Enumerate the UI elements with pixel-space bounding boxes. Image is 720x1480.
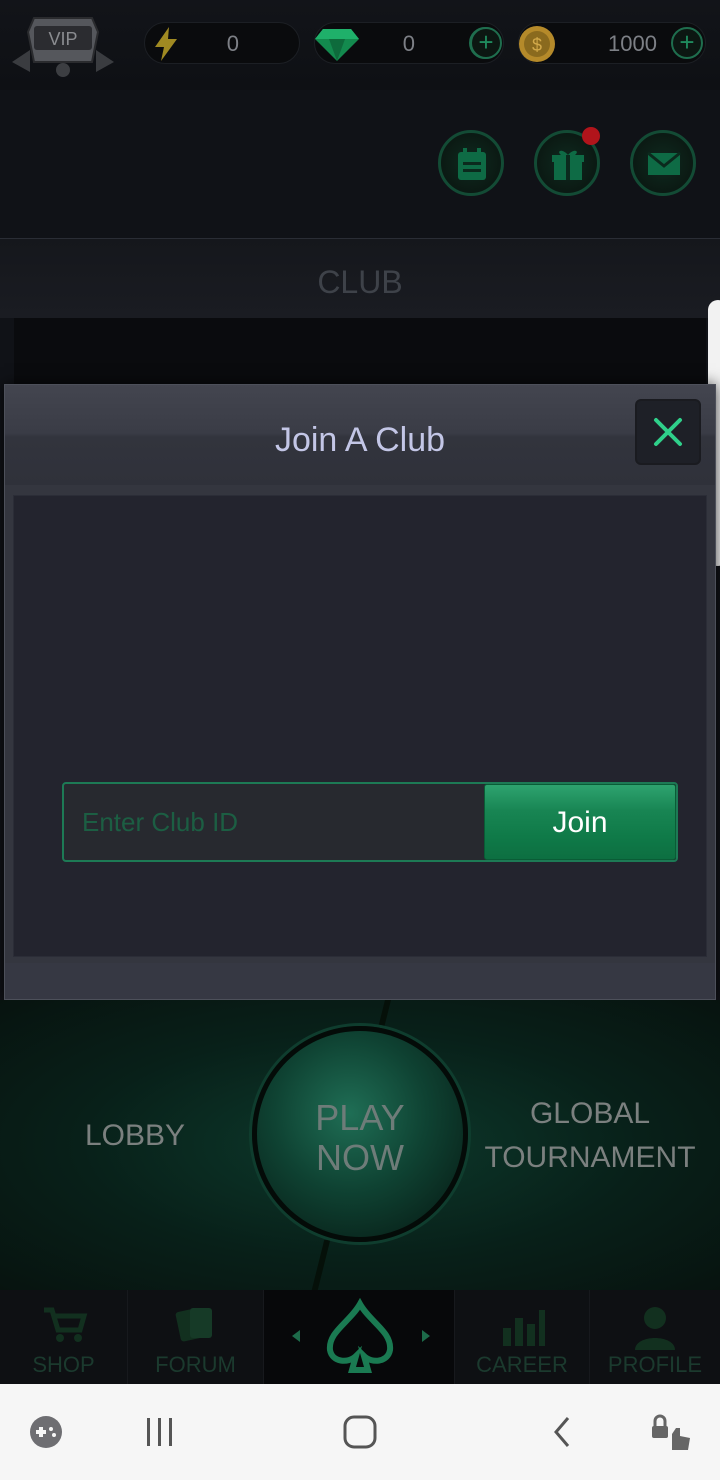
gem-icon xyxy=(315,29,359,61)
club-title: CLUB xyxy=(317,264,403,300)
play-now-line2: NOW xyxy=(316,1137,404,1178)
nav-forum[interactable]: FORUM xyxy=(128,1290,264,1384)
energy-value: 0 xyxy=(226,31,239,56)
nav-shop-label: SHOP xyxy=(32,1352,95,1377)
lightning-icon xyxy=(155,27,177,61)
nav-career-label: CAREER xyxy=(476,1352,568,1377)
home-icon[interactable] xyxy=(342,1414,378,1450)
global-line2: TOURNAMENT xyxy=(484,1141,696,1174)
club-banner xyxy=(14,318,706,388)
join-club-dialog: Join A Club Join xyxy=(4,384,716,1000)
app-screen: VIP 0 0 + $ 1000 + xyxy=(0,0,720,1480)
play-now-label: PLAY NOW xyxy=(252,1098,468,1178)
mail-button[interactable] xyxy=(630,130,696,196)
gems-value: 0 xyxy=(402,31,415,56)
svg-text:$: $ xyxy=(532,35,542,55)
nav-forum-label: FORUM xyxy=(155,1352,236,1377)
nav-home[interactable] xyxy=(264,1290,454,1384)
arrow-right-icon xyxy=(422,1330,430,1342)
nav-shop[interactable]: SHOP xyxy=(0,1290,128,1384)
calendar-button[interactable] xyxy=(438,130,504,196)
recents-icon[interactable] xyxy=(144,1414,176,1450)
game-tools-icon[interactable] xyxy=(28,1414,64,1450)
energy-counter: 0 xyxy=(144,22,300,64)
global-line1: GLOBAL xyxy=(529,1097,651,1130)
user-icon xyxy=(635,1307,675,1350)
nav-career[interactable]: CAREER xyxy=(454,1290,590,1384)
svg-text:VIP: VIP xyxy=(48,29,77,49)
club-id-input[interactable] xyxy=(64,784,484,860)
dialog-title: Join A Club xyxy=(274,421,446,459)
dialog-footer xyxy=(5,963,715,999)
nav-profile-label: PROFILE xyxy=(607,1352,703,1377)
coins-counter: $ 1000 + xyxy=(518,22,706,64)
vip-shield-icon: VIP xyxy=(12,17,114,77)
close-icon xyxy=(654,418,682,446)
game-bottom-nav: SHOP FORUM CAREER PROFILE xyxy=(0,1290,720,1384)
vip-badge[interactable]: VIP xyxy=(8,10,118,82)
back-icon[interactable] xyxy=(548,1414,578,1450)
play-now-line1: PLAY xyxy=(315,1097,405,1138)
system-nav-bar xyxy=(0,1384,720,1480)
lobby-label: LOBBY xyxy=(84,1119,186,1152)
bar-chart-icon xyxy=(503,1310,545,1346)
global-tournament-button[interactable]: GLOBAL TOURNAMENT xyxy=(470,1092,710,1180)
coin-icon: $ xyxy=(519,26,555,62)
add-energy-button[interactable]: + xyxy=(470,27,502,59)
assistive-touch-icon[interactable] xyxy=(650,1414,694,1454)
add-coins-button[interactable]: + xyxy=(671,27,703,59)
arrow-left-icon xyxy=(292,1330,300,1342)
dialog-body: Join xyxy=(13,495,707,957)
lobby-button[interactable]: LOBBY xyxy=(40,1114,230,1158)
cards-icon xyxy=(175,1308,212,1342)
notification-dot xyxy=(582,127,600,145)
close-button[interactable] xyxy=(635,399,701,465)
nav-profile[interactable]: PROFILE xyxy=(590,1290,720,1384)
coins-value: 1000 xyxy=(608,31,657,56)
currency-bar: VIP 0 0 + $ 1000 + xyxy=(0,0,720,90)
calendar-icon xyxy=(458,148,486,180)
spade-logo-icon xyxy=(326,1298,394,1373)
mail-icon xyxy=(647,151,681,175)
join-button[interactable]: Join xyxy=(484,784,676,860)
gift-icon xyxy=(552,150,584,180)
club-id-form: Join xyxy=(62,782,678,862)
cart-icon xyxy=(44,1307,88,1342)
